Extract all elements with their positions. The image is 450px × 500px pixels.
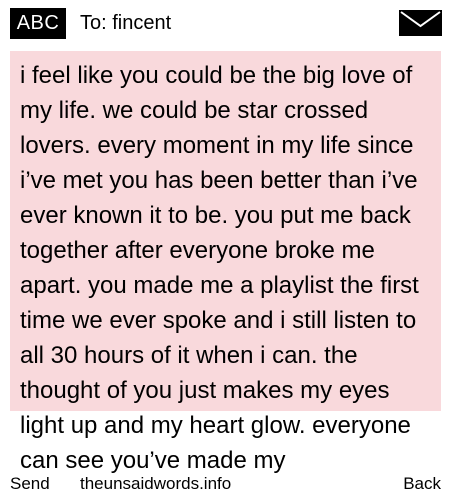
back-softkey[interactable]: Back (403, 474, 441, 494)
message-body-text: i feel like you could be the big love of… (20, 62, 419, 474)
envelope-icon (399, 10, 442, 36)
website-watermark: theunsaidwords.info (80, 474, 232, 493)
abc-input-mode-badge[interactable]: ABC (10, 8, 66, 39)
recipient-line: To: fincent (80, 12, 172, 34)
message-header: ABC To: fincent (0, 0, 450, 44)
send-softkey[interactable]: Send (10, 474, 50, 494)
softkey-bar: Send theunsaidwords.info Back (0, 472, 450, 500)
